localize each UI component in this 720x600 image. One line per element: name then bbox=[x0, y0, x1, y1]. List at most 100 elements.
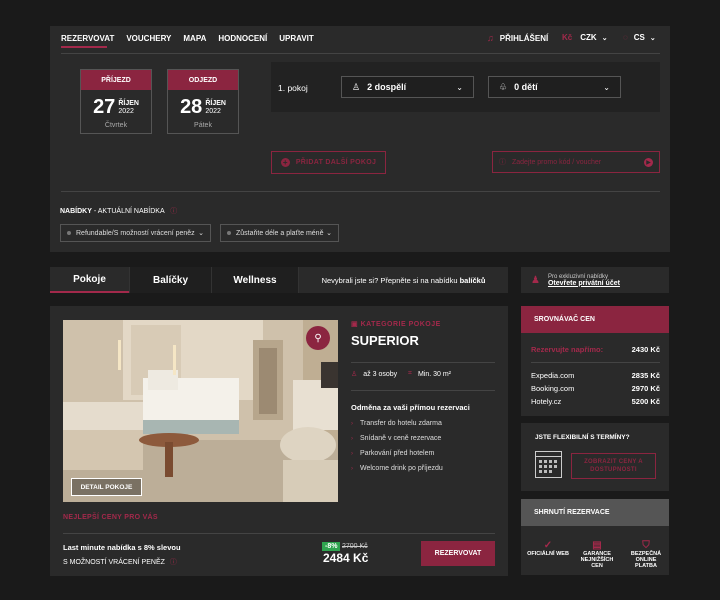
chevron-down-icon: ⌄ bbox=[601, 34, 608, 42]
checkout-day: 28 bbox=[180, 96, 203, 118]
nav-mapa[interactable]: MAPA bbox=[183, 34, 206, 43]
room-persons: ♙ až 3 osoby bbox=[351, 370, 398, 379]
checkin-weekday: Čtvrtek bbox=[104, 122, 128, 129]
chevron-right-icon: › bbox=[351, 450, 353, 457]
tabs-bar: Pokoje Balíčky Wellness Nevybrali jste s… bbox=[50, 267, 508, 293]
chevron-down-icon: ⌄ bbox=[603, 82, 610, 92]
show-prices-button[interactable]: ZOBRAZIT CENY A DOSTUPNOSTI bbox=[571, 453, 656, 479]
adults-select[interactable]: ♙ 2 dospělí ⌄ bbox=[341, 76, 474, 98]
rate-divider bbox=[63, 533, 495, 534]
ruler-icon: ⌗ bbox=[408, 370, 412, 377]
chevron-down-icon: ⌄ bbox=[326, 230, 332, 237]
room-photo bbox=[63, 320, 338, 502]
rate-subtitle: S MOŽNOSTÍ VRÁCENÍ PENĚZ ⓘ bbox=[63, 557, 177, 567]
nav-vouchery[interactable]: VOUCHERY bbox=[126, 34, 171, 43]
promo-placeholder: Zadejte promo kód / voucher bbox=[512, 158, 602, 166]
nav-hodnoceni[interactable]: HODNOCENÍ bbox=[218, 34, 267, 43]
private-account-link[interactable]: Otevřete privátní účet bbox=[548, 280, 620, 287]
best-prices-label: NEJLEPŠÍ CENY PRO VÁS bbox=[63, 514, 158, 521]
room-photo-illustration bbox=[63, 320, 338, 502]
feature-secure-payment: ⛉ BEZPEČNÁ ONLINE PLATBA bbox=[625, 540, 667, 575]
compare-rows: Expedia.com 2835 Kč Booking.com 2970 Kč Ho… bbox=[531, 369, 660, 408]
list-item: › Parkování před hotelem bbox=[351, 450, 435, 457]
arrow-right-icon[interactable]: ▶ bbox=[644, 157, 653, 167]
promo-code-field[interactable]: ⓘ Zadejte promo kód / voucher ▶ bbox=[492, 151, 660, 173]
children-select[interactable]: ♧ 0 dětí ⌄ bbox=[488, 76, 621, 98]
globe-icon: ◌ bbox=[623, 33, 628, 42]
filter-refundable[interactable]: Refundable/S možností vrácení peněz ⌄ bbox=[60, 224, 211, 242]
feature-best-price: ▤ GARANCE NEJNIŽŠÍCH CEN bbox=[576, 540, 618, 575]
list-item: › Snídaně v ceně rezervace bbox=[351, 435, 442, 442]
packages-link[interactable]: balíčků bbox=[460, 276, 486, 285]
checkin-month: ŘÍJEN bbox=[118, 99, 139, 107]
check-icon: ✓ bbox=[543, 540, 553, 551]
old-price: 2700 Kč bbox=[342, 543, 368, 550]
person-icon: ♙ bbox=[352, 81, 361, 92]
shield-icon: ⛉ bbox=[642, 540, 650, 551]
compare-divider bbox=[531, 362, 660, 363]
checkin-label: PŘÍJEZD bbox=[81, 70, 151, 90]
bell-icon: ♫ bbox=[487, 33, 494, 43]
currency-select[interactable]: Kč CZK ⌄ bbox=[562, 33, 608, 42]
chevron-right-icon: › bbox=[351, 435, 353, 442]
flexible-title: JSTE FLEXIBILNÍ S TERMÍNY? bbox=[535, 434, 630, 441]
checkout-month: ŘÍJEN bbox=[205, 99, 226, 107]
person-icon: ♙ bbox=[351, 371, 358, 378]
children-value: 0 dětí bbox=[514, 82, 538, 92]
checkout-label: ODJEZD bbox=[168, 70, 238, 90]
room-category: ▣ KATEGORIE POKOJE bbox=[351, 321, 441, 328]
table-row: Booking.com 2970 Kč bbox=[531, 384, 660, 393]
login-link[interactable]: ♫ PŘIHLÁŠENÍ bbox=[487, 33, 548, 43]
checkout-weekday: Pátek bbox=[194, 122, 212, 129]
room-divider-1 bbox=[351, 362, 495, 363]
room-name: SUPERIOR bbox=[351, 333, 419, 348]
info-icon: ⓘ bbox=[499, 159, 506, 166]
nav-upravit[interactable]: UPRAVIT bbox=[279, 34, 314, 43]
direct-price-row: Rezervujte napřímo: 2430 Kč bbox=[531, 345, 660, 354]
checkout-card[interactable]: ODJEZD 28 ŘÍJEN 2022 Pátek bbox=[167, 69, 239, 134]
feature-official-web: ✓ OFICIÁLNÍ WEB bbox=[527, 540, 569, 557]
user-lock-icon: ♟ bbox=[531, 274, 540, 286]
chevron-down-icon: ⌄ bbox=[649, 34, 656, 42]
bed-icon: ▣ bbox=[351, 321, 359, 328]
list-item: › Transfer do hotelu zdarma bbox=[351, 420, 442, 427]
tab-wellness[interactable]: Wellness bbox=[211, 267, 298, 293]
money-icon: ▤ bbox=[592, 540, 602, 551]
price: 2484 Kč bbox=[323, 551, 369, 565]
checkin-year: 2022 bbox=[118, 107, 134, 115]
offers-title: NABÍDKY - AKTUÁLNÍ NABÍDKA ⓘ bbox=[60, 208, 178, 215]
stroller-icon: ♧ bbox=[499, 81, 508, 92]
calendar-icon bbox=[535, 451, 562, 478]
tab-balicky[interactable]: Balíčky bbox=[129, 267, 211, 293]
reward-list: › Transfer do hotelu zdarma › Snídaně v ce… bbox=[351, 416, 443, 476]
add-room-button[interactable]: + PŘIDAT DALŠÍ POKOJ bbox=[271, 151, 386, 174]
chevron-down-icon: ⌄ bbox=[198, 230, 204, 237]
list-item: › Welcome drink po příjezdu bbox=[351, 465, 443, 472]
price-compare-header: SROVNÁVAČ CEN bbox=[521, 306, 669, 333]
rate-title: Last minute nabídka s 8% slevou bbox=[63, 543, 181, 552]
info-icon[interactable]: ⓘ bbox=[170, 557, 177, 567]
chevron-down-icon: ⌄ bbox=[456, 82, 463, 92]
nav-divider bbox=[61, 53, 660, 54]
plus-circle-icon: + bbox=[280, 158, 290, 167]
room-label: 1. pokoj bbox=[278, 83, 308, 93]
checkout-year: 2022 bbox=[205, 107, 221, 115]
reward-title: Odměna za vaši přímou rezervaci bbox=[351, 403, 470, 412]
chevron-right-icon: › bbox=[351, 465, 353, 472]
room-detail-button[interactable]: DETAIL POKOJE bbox=[71, 478, 142, 496]
checkin-card[interactable]: PŘÍJEZD 27 ŘÍJEN 2022 Čtvrtek bbox=[80, 69, 152, 134]
filter-stay-longer[interactable]: Zůstaňte déle a plaťte méně ⌄ bbox=[220, 224, 339, 242]
checkin-day: 27 bbox=[93, 96, 116, 118]
zoom-button[interactable]: ⚲ bbox=[306, 326, 330, 350]
book-button[interactable]: REZERVOVAT bbox=[421, 541, 495, 566]
private-account-box[interactable]: ♟ Pro exkluzivní nabídky Otevřete privát… bbox=[521, 267, 669, 293]
search-icon: ⚲ bbox=[314, 332, 322, 344]
main-nav: REZERVOVAT VOUCHERY MAPA HODNOCENÍ UPRAV… bbox=[61, 34, 326, 43]
room-divider-2 bbox=[351, 390, 495, 391]
language-select[interactable]: ◌ CS ⌄ bbox=[623, 33, 656, 42]
table-row: Expedia.com 2835 Kč bbox=[531, 371, 660, 380]
tabs-hint: Nevybrali jste si? Přepněte si na nabídk… bbox=[298, 267, 508, 293]
summary-header: SHRNUTÍ REZERVACE bbox=[521, 499, 669, 526]
nav-rezervovat[interactable]: REZERVOVAT bbox=[61, 34, 114, 43]
tab-pokoje[interactable]: Pokoje bbox=[50, 267, 129, 293]
